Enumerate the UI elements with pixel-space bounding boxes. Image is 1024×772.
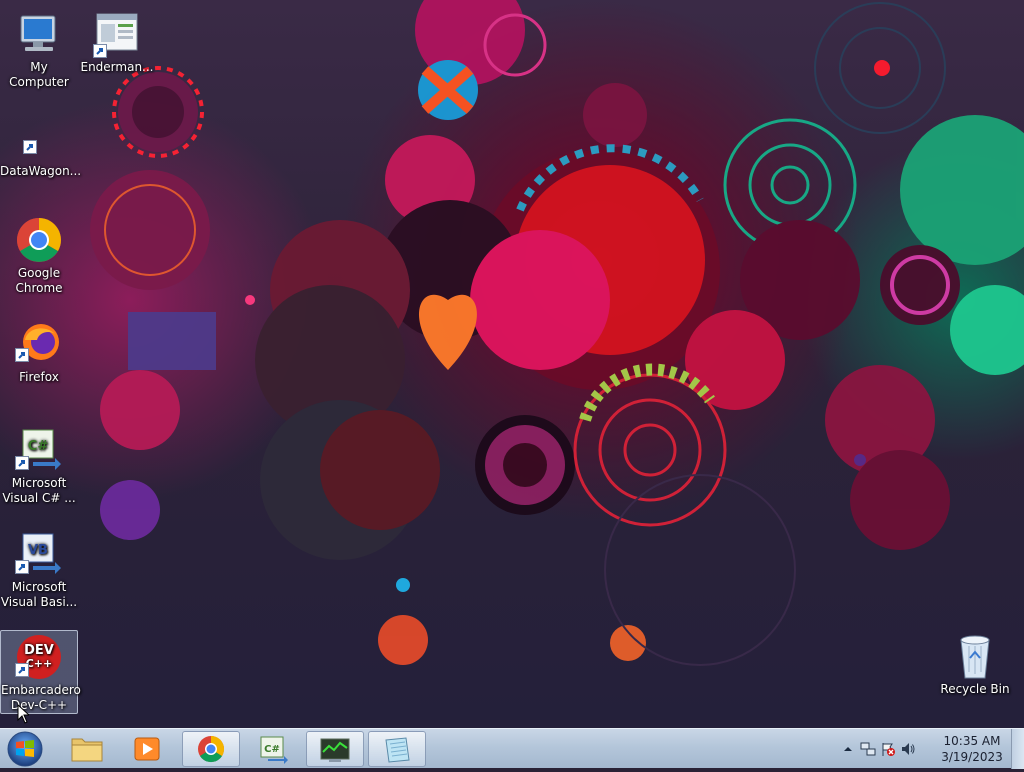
taskbar-chrome[interactable] bbox=[182, 731, 240, 767]
icon-label: DataWagon... bbox=[0, 164, 82, 178]
shortcut-arrow-icon bbox=[23, 140, 37, 154]
recycle-bin-icon bbox=[951, 632, 999, 680]
taskbar-media-player[interactable] bbox=[118, 731, 176, 767]
network-icon[interactable] bbox=[860, 741, 876, 757]
notepad-icon bbox=[385, 737, 410, 763]
clock[interactable]: 10:35 AM 3/19/2023 bbox=[940, 733, 1004, 765]
datawagon-icon bbox=[15, 114, 63, 162]
visual-csharp-icon: C# bbox=[260, 736, 288, 764]
taskbar-task-manager[interactable] bbox=[306, 731, 364, 767]
folder-icon bbox=[71, 738, 103, 762]
start-button[interactable] bbox=[4, 730, 46, 768]
shortcut-arrow-icon bbox=[15, 663, 29, 677]
visual-basic-icon: VB bbox=[15, 530, 63, 578]
svg-text:C#: C# bbox=[28, 439, 49, 454]
application-window-icon bbox=[93, 10, 141, 58]
svg-text:VB: VB bbox=[28, 543, 48, 558]
taskbar-explorer[interactable] bbox=[58, 731, 116, 767]
svg-text:DEV: DEV bbox=[24, 643, 54, 658]
icon-label: Google Chrome bbox=[15, 266, 63, 295]
desktop-icon-recycle-bin[interactable]: Recycle Bin bbox=[936, 630, 1014, 697]
desktop-icon-visual-basic[interactable]: VB Microsoft Visual Basi... bbox=[0, 528, 78, 610]
chrome-icon bbox=[198, 735, 225, 763]
notification-area: 10:35 AM 3/19/2023 bbox=[834, 729, 1024, 769]
task-manager-icon bbox=[320, 738, 350, 762]
desktop-icon-my-computer[interactable]: My Computer bbox=[0, 8, 78, 90]
visual-csharp-icon: C# bbox=[15, 426, 63, 474]
svg-text:C++: C++ bbox=[26, 657, 53, 670]
show-hidden-icons-arrow[interactable] bbox=[840, 741, 856, 757]
show-desktop-button[interactable] bbox=[1011, 729, 1024, 769]
clock-time: 10:35 AM bbox=[943, 734, 1001, 748]
volume-icon[interactable] bbox=[900, 741, 916, 757]
taskbar: C# 10:35 AM 3/19/2023 bbox=[0, 728, 1024, 769]
desktop-icon-dev-cpp[interactable]: DEV C++ Embarcadero Dev-C++ bbox=[0, 630, 81, 714]
icon-label: Microsoft Visual Basi... bbox=[0, 580, 78, 609]
clock-date: 3/19/2023 bbox=[941, 750, 1003, 764]
desktop-icon-visual-csharp[interactable]: C# Microsoft Visual C# ... bbox=[0, 424, 78, 506]
icon-label: Enderman... bbox=[80, 60, 154, 74]
icon-label: Embarcadero Dev-C++ bbox=[1, 683, 81, 712]
desktop[interactable]: My Computer Enderman... DataWagon... Goo… bbox=[0, 0, 1024, 728]
shortcut-arrow-icon bbox=[15, 456, 29, 470]
icon-label: Microsoft Visual C# ... bbox=[2, 476, 76, 505]
shortcut-arrow-icon bbox=[93, 44, 107, 58]
wallpaper bbox=[90, 0, 1024, 666]
desktop-icon-firefox[interactable]: Firefox bbox=[0, 318, 78, 385]
firefox-icon bbox=[15, 320, 63, 368]
svg-text:C#: C# bbox=[264, 744, 280, 755]
chrome-icon bbox=[15, 216, 63, 264]
mouse-cursor-icon bbox=[17, 704, 29, 724]
computer-icon bbox=[15, 10, 63, 58]
shortcut-arrow-icon bbox=[15, 560, 29, 574]
dev-cpp-icon: DEV C++ bbox=[15, 633, 63, 681]
action-center-flag-icon[interactable] bbox=[880, 741, 896, 757]
desktop-icon-google-chrome[interactable]: Google Chrome bbox=[0, 214, 78, 296]
icon-label: My Computer bbox=[9, 60, 69, 89]
icon-label: Firefox bbox=[19, 370, 59, 384]
shortcut-arrow-icon bbox=[15, 348, 29, 362]
taskbar-notepad[interactable] bbox=[368, 731, 426, 767]
desktop-icon-enderman[interactable]: Enderman... bbox=[78, 8, 156, 75]
media-player-icon bbox=[134, 737, 160, 761]
desktop-icon-datawagon[interactable]: DataWagon... bbox=[0, 112, 82, 179]
taskbar-visual-csharp[interactable]: C# bbox=[244, 731, 302, 767]
icon-label: Recycle Bin bbox=[940, 682, 1010, 696]
